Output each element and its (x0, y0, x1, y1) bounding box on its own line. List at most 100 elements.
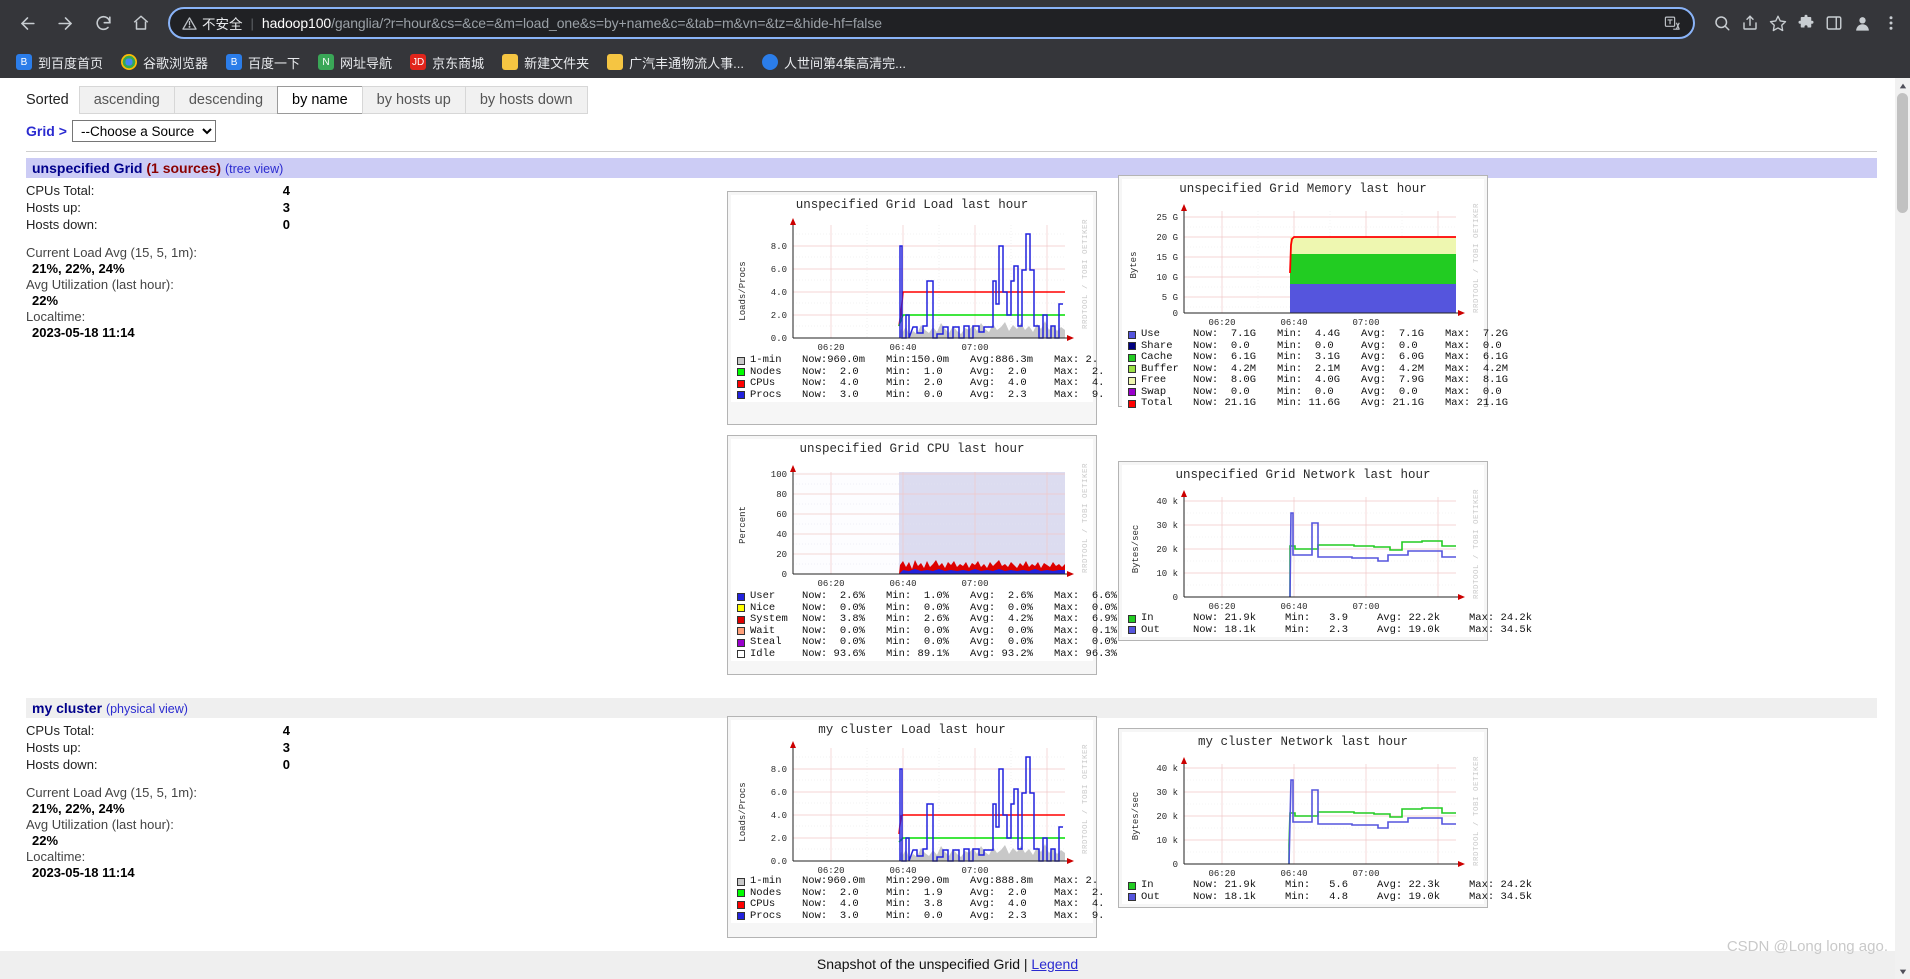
legend-max: Max: 96.3% (1054, 647, 1118, 660)
sort-tab-by-hosts-down[interactable]: by hosts down (464, 86, 588, 114)
cluster-block-my-cluster: my cluster (physical view) CPUs Total: 4 … (0, 698, 1895, 958)
back-button[interactable] (10, 6, 44, 40)
bookmark-item-3[interactable]: N 网址导航 (310, 50, 400, 75)
svg-text:07:00: 07:00 (961, 343, 988, 353)
bookmark-item-7[interactable]: 人世间第4集高清完... (754, 50, 914, 75)
csdn-watermark: CSDN @Long long ago. (1726, 938, 1888, 955)
legend-now: Now: 18.1k (1193, 890, 1257, 903)
legend-avg: Avg: 2.3 (970, 909, 1027, 922)
cluster-load-plot-svg: Loads/Procs 8.0 6.0 4.0 2.0 0.0 06:20 06… (738, 741, 1074, 874)
profile-avatar-icon[interactable] (1853, 14, 1872, 33)
svg-text:Loads/Procs: Loads/Procs (738, 261, 748, 320)
cluster-name: my cluster (32, 700, 103, 716)
physical-view-link[interactable]: (physical view) (106, 702, 188, 716)
svg-text:Percent: Percent (738, 506, 748, 544)
chart-cluster-load[interactable]: my cluster Load last hour RRDTOOL / TOBI… (727, 716, 1104, 938)
sort-tab-descending[interactable]: descending (173, 86, 279, 114)
legend-row: Cache Now: 6.1G Min: 3.1G Avg: 6.0G Max: 6.1… (1128, 351, 1508, 364)
sidepanel-icon[interactable] (1825, 14, 1843, 32)
legend-swatch (737, 391, 745, 400)
chrome-menu-icon[interactable] (1882, 14, 1900, 32)
legend-swatch (1128, 388, 1136, 397)
legend-min: Min: 89.1% (886, 647, 950, 660)
page-viewport: Sorted ascending descending by name by h… (0, 78, 1910, 979)
search-icon[interactable] (1713, 14, 1731, 32)
legend-name: CPUs (750, 898, 776, 910)
legend-min: Min: 0.0 (886, 388, 943, 401)
legend-name: Total (1141, 397, 1173, 409)
chart-grid-network[interactable]: unspecified Grid Network last hour RRDTO… (1118, 461, 1532, 641)
stat-row: Hosts up: 3 (26, 739, 300, 756)
legend-name: Idle (750, 647, 776, 660)
legend-now: Now: 3.0 (802, 388, 859, 401)
svg-text:6.0: 6.0 (771, 788, 787, 798)
share-icon[interactable] (1741, 14, 1759, 32)
legend-swatch (737, 604, 745, 613)
url-path: /ganglia/?r=hour&cs=&ce=&m=load_one&s=by… (331, 15, 882, 31)
extensions-puzzle-icon[interactable] (1797, 14, 1815, 32)
legend-max: Max: 9. (1054, 909, 1105, 922)
bookmark-item-2[interactable]: B 百度一下 (218, 50, 308, 75)
legend-row: 1-min Now:960.0m Min:290.0m Avg:888.8m Max: … (737, 875, 1098, 888)
legend-swatch (1128, 399, 1136, 408)
sorted-label: Sorted (26, 92, 69, 108)
legend-swatch (737, 379, 745, 388)
sort-tab-ascending[interactable]: ascending (78, 86, 175, 114)
bookmark-star-icon[interactable] (1769, 14, 1787, 32)
legend-link[interactable]: Legend (1031, 956, 1078, 972)
bookmark-item-6[interactable]: 广汽丰通物流人事... (599, 50, 752, 75)
svg-text:40: 40 (776, 530, 787, 540)
sort-tab-by-name[interactable]: by name (277, 86, 363, 114)
legend-swatch (737, 592, 745, 601)
chart-grid-memory[interactable]: unspecified Grid Memory last hour RRDTOO… (1118, 175, 1508, 411)
legend-swatch (737, 900, 745, 909)
bookmark-item-1[interactable]: 谷歌浏览器 (113, 50, 216, 75)
stat-row: Hosts down: 0 (26, 756, 300, 773)
legend-swatch (1128, 376, 1136, 385)
chart-cluster-network[interactable]: my cluster Network last hour RRDTOOL / T… (1118, 728, 1532, 908)
legend-min: Min: 0.0 (886, 909, 943, 922)
legend-max: Max: 34.5k (1469, 623, 1533, 636)
legend-min: Min: 11.6G (1277, 397, 1341, 409)
url-text[interactable]: hadoop100/ganglia/?r=hour&cs=&ce=&m=load… (262, 15, 1654, 31)
bookmark-label: 新建文件夹 (524, 55, 590, 71)
bookmark-item-0[interactable]: B 到百度首页 (8, 50, 111, 75)
source-select[interactable]: --Choose a Source (71, 120, 216, 142)
translate-icon[interactable] (1664, 15, 1681, 32)
chart-title: unspecified Grid Memory last hour (1179, 182, 1427, 196)
scroll-thumb[interactable] (1897, 93, 1908, 213)
scroll-down-arrow[interactable] (1895, 964, 1910, 979)
plot-area: RRDTOOL / TOBI OETIKER Loads/Procs 8.0 6… (731, 213, 1093, 353)
forward-button[interactable] (48, 6, 82, 40)
stat-key: Hosts down: (26, 757, 98, 772)
detail-value: 22% (32, 293, 59, 308)
memory-plot-svg: Bytes 25 G 20 G 15 G 10 G 5 G 0 06:20 06… (1129, 204, 1465, 327)
cluster-name: unspecified Grid (32, 160, 143, 176)
svg-text:06:20: 06:20 (817, 343, 844, 353)
svg-text:20 k: 20 k (1156, 812, 1178, 822)
page-scrollbar[interactable] (1895, 78, 1910, 979)
chart-grid-cpu[interactable]: unspecified Grid CPU last hour RRDTOOL /… (727, 435, 1117, 675)
address-bar[interactable]: 不安全 | hadoop100/ganglia/?r=hour&cs=&ce=&… (168, 7, 1695, 39)
not-secure-warning-icon (182, 16, 197, 31)
legend-row: Use Now: 7.1G Min: 4.4G Avg: 7.1G Max: 7.2G (1128, 328, 1508, 341)
reload-button[interactable] (86, 6, 120, 40)
bookmark-item-5[interactable]: 新建文件夹 (494, 50, 597, 75)
sort-tab-by-hosts-up[interactable]: by hosts up (361, 86, 466, 114)
divider (26, 151, 1877, 152)
scroll-up-arrow[interactable] (1895, 78, 1910, 93)
legend-swatch (737, 650, 745, 659)
legend-swatch (1128, 353, 1136, 362)
legend-avg: Avg: 19.0k (1377, 623, 1441, 636)
chart-grid-load[interactable]: unspecified Grid Load last hour RRDTOOL … (727, 191, 1104, 425)
tree-view-link[interactable]: (tree view) (225, 162, 283, 176)
chart-title: my cluster Network last hour (1197, 735, 1409, 749)
plot-area: RRDTOOL / TOBI OETIKER Percent 100 80 60… (731, 457, 1093, 589)
breadcrumb-grid-link[interactable]: Grid (26, 123, 55, 139)
legend-now: Now: 21.1G (1193, 397, 1257, 409)
legend-name: In (1141, 879, 1154, 891)
home-button[interactable] (124, 6, 158, 40)
svg-text:06:40: 06:40 (889, 579, 916, 589)
cpu-plot-svg: Percent 100 80 60 40 20 0 06:20 06:40 07… (738, 465, 1074, 589)
bookmark-item-4[interactable]: JD 京东商城 (402, 50, 492, 75)
